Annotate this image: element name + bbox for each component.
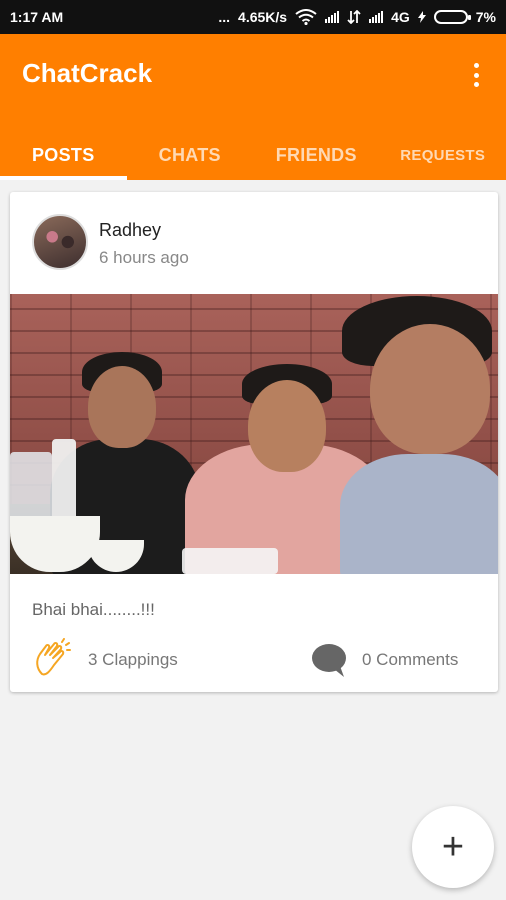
network-type: 4G: [391, 9, 410, 25]
glass: [10, 452, 52, 522]
tab-bar: POSTS CHATS FRIENDS REQUESTS: [0, 130, 506, 180]
post-caption: Bhai bhai........!!!: [32, 600, 155, 619]
add-icon: +: [441, 826, 465, 868]
battery-level: 7%: [475, 9, 496, 25]
avatar[interactable]: [32, 214, 88, 270]
comment-icon[interactable]: [310, 642, 348, 678]
status-bar: 1:17 AM ... 4.65K/s 4G 7%: [0, 0, 506, 34]
overflow-dot: [473, 63, 479, 68]
signal-icon: [325, 11, 340, 23]
clap-icon[interactable]: [32, 638, 72, 678]
tab-posts[interactable]: POSTS: [0, 130, 127, 180]
app-title: ChatCrack: [22, 58, 153, 88]
tab-requests[interactable]: REQUESTS: [380, 130, 506, 180]
battery-icon: [433, 10, 471, 24]
app-bar: ChatCrack POSTS CHATS FRIENDS REQUESTS: [0, 34, 506, 180]
post-card[interactable]: Radhey 6 hours ago Bhai bhai........!!!: [10, 192, 498, 692]
data-transfer-icon: [347, 10, 361, 24]
charging-icon: [417, 11, 426, 23]
post-time: 6 hours ago: [99, 248, 189, 267]
container: [182, 548, 278, 574]
clappings-count[interactable]: 3 Clappings: [88, 650, 178, 670]
post-author[interactable]: Radhey: [99, 220, 161, 241]
tab-chats[interactable]: CHATS: [127, 130, 254, 180]
more-vert-icon[interactable]: [464, 60, 488, 90]
add-post-button[interactable]: +: [412, 806, 494, 888]
overflow-dot: [473, 72, 479, 78]
network-speed: 4.65K/s: [238, 9, 288, 25]
wifi-icon: [295, 9, 317, 25]
status-dots: ...: [218, 9, 231, 25]
overflow-dot: [473, 82, 479, 87]
status-indicators: ... 4.65K/s 4G 7%: [218, 9, 496, 25]
status-time: 1:17 AM: [10, 9, 64, 25]
comments-count[interactable]: 0 Comments: [362, 650, 458, 670]
tab-friends[interactable]: FRIENDS: [253, 130, 380, 180]
signal-icon-2: [369, 11, 384, 23]
post-image[interactable]: [10, 294, 498, 574]
